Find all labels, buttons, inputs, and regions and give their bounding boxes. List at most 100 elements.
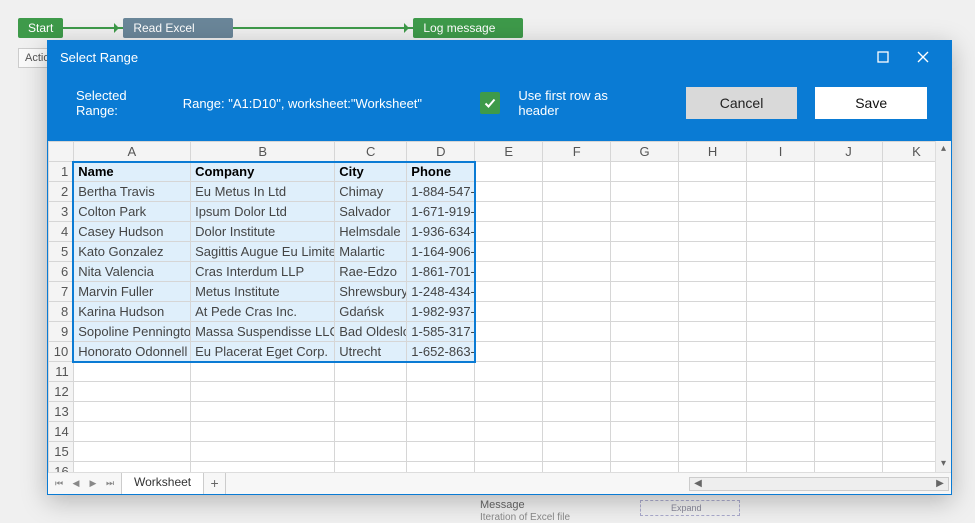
- cell[interactable]: [475, 162, 543, 182]
- cell[interactable]: Utrecht: [335, 342, 407, 362]
- row-header[interactable]: 16: [49, 462, 74, 473]
- cell[interactable]: [815, 422, 883, 442]
- cell[interactable]: [679, 322, 747, 342]
- corner-cell[interactable]: [49, 142, 74, 162]
- row-header[interactable]: 15: [49, 442, 74, 462]
- cell[interactable]: [475, 382, 543, 402]
- cell[interactable]: [747, 222, 815, 242]
- wf-expand-box[interactable]: Expand: [640, 500, 740, 516]
- cell[interactable]: [611, 462, 679, 473]
- cell[interactable]: [679, 222, 747, 242]
- cell[interactable]: [611, 322, 679, 342]
- cell[interactable]: [543, 202, 611, 222]
- col-header[interactable]: D: [407, 142, 475, 162]
- cell[interactable]: 1-884-547-5074: [407, 182, 475, 202]
- cell[interactable]: [543, 282, 611, 302]
- cell[interactable]: [679, 462, 747, 473]
- cell[interactable]: [543, 262, 611, 282]
- cell[interactable]: Shrewsbury: [335, 282, 407, 302]
- cell[interactable]: [407, 442, 475, 462]
- cell[interactable]: [679, 302, 747, 322]
- cell[interactable]: [543, 242, 611, 262]
- tab-nav-buttons[interactable]: ⏮ ◀ ▶ ⏭: [48, 473, 121, 494]
- wf-node-read-excel[interactable]: Read Excel: [123, 18, 233, 38]
- cell[interactable]: [475, 182, 543, 202]
- cell[interactable]: [543, 382, 611, 402]
- cell[interactable]: [747, 162, 815, 182]
- cell[interactable]: [747, 442, 815, 462]
- row-header[interactable]: 13: [49, 402, 74, 422]
- cell[interactable]: [475, 282, 543, 302]
- cell[interactable]: [611, 162, 679, 182]
- cell[interactable]: At Pede Cras Inc.: [191, 302, 335, 322]
- cell[interactable]: [73, 382, 190, 402]
- cell[interactable]: [475, 362, 543, 382]
- cell[interactable]: Helmsdale: [335, 222, 407, 242]
- cell[interactable]: [475, 342, 543, 362]
- row-header[interactable]: 10: [49, 342, 74, 362]
- cell[interactable]: [611, 442, 679, 462]
- cell[interactable]: 1-861-701-6400: [407, 262, 475, 282]
- cell[interactable]: Metus Institute: [191, 282, 335, 302]
- cell[interactable]: Massa Suspendisse LLC: [191, 322, 335, 342]
- cell[interactable]: [679, 282, 747, 302]
- cell[interactable]: Honorato Odonnell: [73, 342, 190, 362]
- cell[interactable]: Marvin Fuller: [73, 282, 190, 302]
- cell[interactable]: Sopoline Pennington: [73, 322, 190, 342]
- scroll-right-icon[interactable]: ▶: [932, 478, 948, 489]
- row-header[interactable]: 9: [49, 322, 74, 342]
- cell[interactable]: [611, 262, 679, 282]
- col-header[interactable]: F: [543, 142, 611, 162]
- cell[interactable]: Rae-Edzo: [335, 262, 407, 282]
- horizontal-scrollbar[interactable]: ◀ ▶: [226, 473, 951, 494]
- col-header[interactable]: J: [815, 142, 883, 162]
- cell[interactable]: [543, 162, 611, 182]
- cell[interactable]: [815, 402, 883, 422]
- cell[interactable]: [815, 262, 883, 282]
- save-button[interactable]: Save: [815, 87, 927, 119]
- cell[interactable]: [475, 222, 543, 242]
- cell[interactable]: [543, 182, 611, 202]
- cell[interactable]: Ipsum Dolor Ltd: [191, 202, 335, 222]
- cell[interactable]: [747, 382, 815, 402]
- cell[interactable]: 1-164-906-3348: [407, 242, 475, 262]
- cell[interactable]: [191, 382, 335, 402]
- cell[interactable]: Eu Metus In Ltd: [191, 182, 335, 202]
- cell[interactable]: Bertha Travis: [73, 182, 190, 202]
- cell[interactable]: [543, 362, 611, 382]
- cell[interactable]: 1-585-317-5866: [407, 322, 475, 342]
- cell[interactable]: [611, 222, 679, 242]
- cell[interactable]: [679, 262, 747, 282]
- cell[interactable]: Sagittis Augue Eu Limited: [191, 242, 335, 262]
- cell[interactable]: [679, 382, 747, 402]
- cell[interactable]: [611, 382, 679, 402]
- cell[interactable]: [611, 202, 679, 222]
- cell[interactable]: [679, 422, 747, 442]
- cell[interactable]: [611, 422, 679, 442]
- scroll-left-icon[interactable]: ◀: [690, 478, 706, 489]
- sheet-tab[interactable]: Worksheet: [121, 473, 204, 494]
- cell[interactable]: [815, 382, 883, 402]
- cell[interactable]: Salvador: [335, 202, 407, 222]
- cell[interactable]: [679, 402, 747, 422]
- cell[interactable]: [335, 362, 407, 382]
- wf-node-start[interactable]: Start: [18, 18, 63, 38]
- cell[interactable]: [73, 362, 190, 382]
- cell[interactable]: [747, 362, 815, 382]
- cell[interactable]: [815, 282, 883, 302]
- cell[interactable]: [611, 302, 679, 322]
- add-sheet-button[interactable]: +: [204, 473, 226, 494]
- row-header[interactable]: 1: [49, 162, 74, 182]
- cell[interactable]: [335, 422, 407, 442]
- cell[interactable]: [475, 302, 543, 322]
- cell[interactable]: [407, 462, 475, 473]
- cell[interactable]: [679, 342, 747, 362]
- cell[interactable]: [747, 342, 815, 362]
- cell[interactable]: [679, 202, 747, 222]
- cell[interactable]: [191, 462, 335, 473]
- cell[interactable]: [407, 402, 475, 422]
- cell[interactable]: 1-982-937-9352: [407, 302, 475, 322]
- cell[interactable]: Nita Valencia: [73, 262, 190, 282]
- cell[interactable]: Kato Gonzalez: [73, 242, 190, 262]
- cell[interactable]: [747, 402, 815, 422]
